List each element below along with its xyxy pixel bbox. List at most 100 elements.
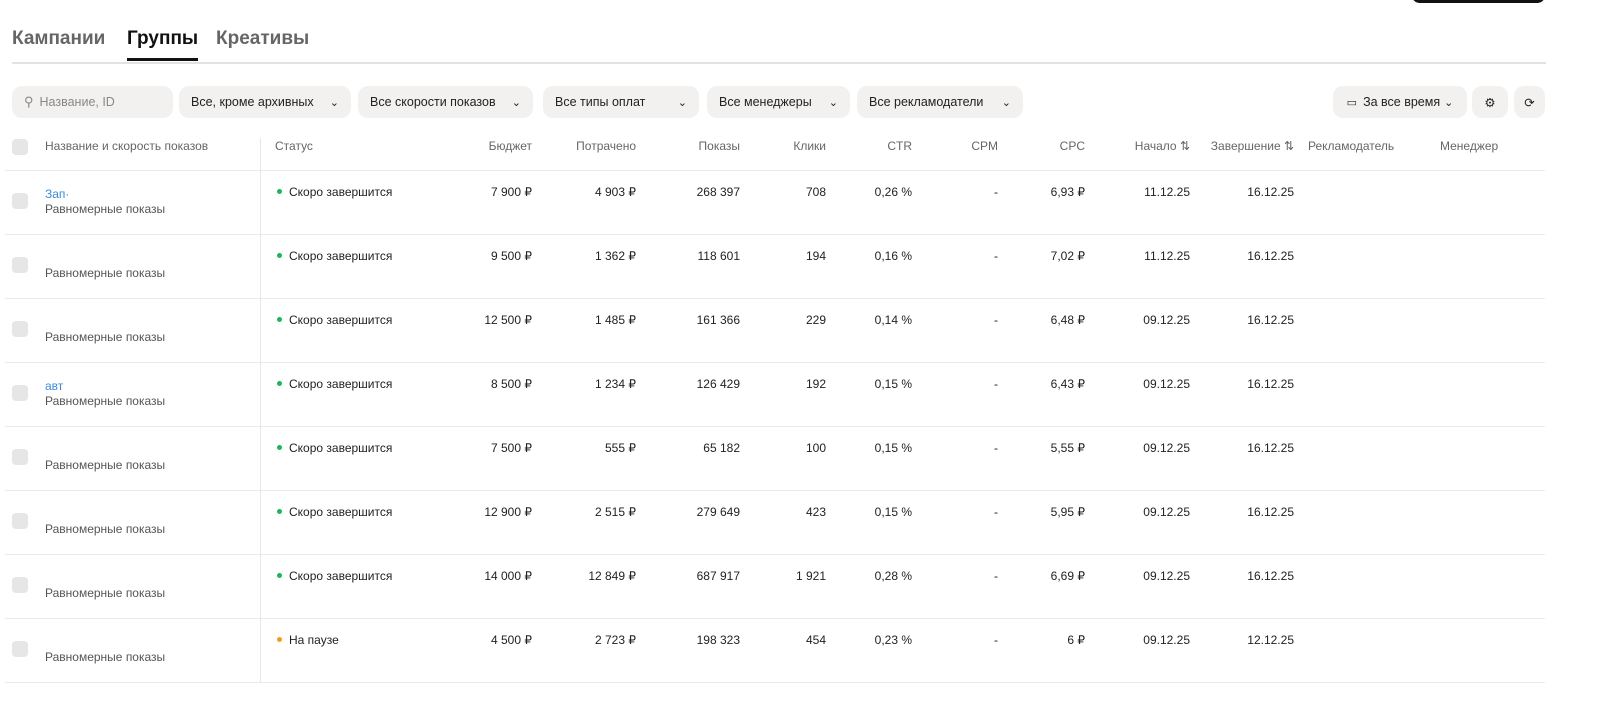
col-clicks: Клики bbox=[793, 139, 826, 153]
cell-end: 16.12.25 bbox=[1247, 569, 1294, 583]
speed-label: Равномерные показы bbox=[45, 266, 166, 280]
status-text: Скоро завершится bbox=[289, 441, 393, 455]
row-checkbox[interactable] bbox=[12, 641, 28, 657]
cell-ctr: 0,26 % bbox=[874, 185, 912, 199]
cell-cpm: - bbox=[994, 249, 998, 263]
table-row[interactable] bbox=[5, 298, 1545, 362]
refresh-button[interactable]: ⟳ bbox=[1514, 86, 1545, 118]
col-manager: Менеджер bbox=[1440, 139, 1499, 153]
row-checkbox[interactable] bbox=[12, 257, 28, 273]
status-text: Скоро завершится bbox=[289, 377, 393, 391]
table-row[interactable] bbox=[5, 490, 1545, 554]
cell-start: 09.12.25 bbox=[1143, 505, 1190, 519]
cell-ctr: 0,23 % bbox=[874, 633, 912, 647]
status-badge: Скоро завершится bbox=[277, 185, 392, 199]
advertisers-filter[interactable]: Все рекламодатели ⌄ bbox=[857, 86, 1023, 118]
row-checkbox[interactable] bbox=[12, 513, 28, 529]
refresh-icon: ⟳ bbox=[1524, 95, 1535, 110]
col-cpm: CPM bbox=[971, 139, 998, 153]
cell-budget: 7 500 ₽ bbox=[491, 441, 532, 455]
row-checkbox[interactable] bbox=[12, 449, 28, 465]
table-row[interactable] bbox=[5, 554, 1545, 618]
group-name-link[interactable]: Зап· bbox=[45, 187, 69, 201]
col-advertiser: Рекламодатель bbox=[1308, 139, 1395, 153]
col-budget: Бюджет bbox=[488, 139, 532, 153]
cell-cpm: - bbox=[994, 441, 998, 455]
status-dot-icon bbox=[277, 253, 282, 259]
row-checkbox[interactable] bbox=[12, 321, 28, 337]
chevron-down-icon: ⌄ bbox=[828, 96, 838, 109]
cell-start: 09.12.25 bbox=[1143, 377, 1190, 391]
cell-shows: 161 366 bbox=[696, 313, 740, 327]
period-picker[interactable]: ▭ За все время ⌄ bbox=[1333, 86, 1467, 118]
status-dot-icon bbox=[277, 509, 282, 515]
col-start-sort[interactable]: Начало ⇅ bbox=[1135, 139, 1190, 153]
cell-clicks: 100 bbox=[805, 441, 826, 455]
tab-creatives[interactable]: Креативы bbox=[216, 28, 309, 58]
cell-cpc: 6,43 ₽ bbox=[1050, 377, 1085, 391]
chevron-down-icon: ⌄ bbox=[1444, 96, 1454, 109]
settings-button[interactable]: ⚙ bbox=[1472, 86, 1508, 118]
chevron-down-icon: ⌄ bbox=[329, 96, 339, 109]
status-badge: Скоро завершится bbox=[277, 313, 392, 327]
cell-cpc: 6,93 ₽ bbox=[1050, 185, 1085, 199]
select-all-checkbox[interactable] bbox=[12, 139, 28, 155]
speed-label: Равномерные показы bbox=[45, 650, 166, 664]
payment-filter-label: Все типы оплат bbox=[555, 95, 646, 109]
cell-spent: 4 903 ₽ bbox=[595, 185, 636, 199]
col-spent: Потрачено bbox=[576, 139, 636, 153]
status-filter[interactable]: Все, кроме архивных ⌄ bbox=[179, 86, 351, 118]
table-row[interactable] bbox=[5, 362, 1545, 426]
status-badge: Скоро завершится bbox=[277, 377, 392, 391]
tab-groups[interactable]: Группы bbox=[127, 28, 199, 61]
status-text: Скоро завершится bbox=[289, 569, 393, 583]
row-checkbox[interactable] bbox=[12, 577, 28, 593]
group-name-link[interactable]: авт bbox=[45, 379, 63, 393]
table-row[interactable] bbox=[5, 618, 1545, 682]
table-row[interactable] bbox=[5, 234, 1545, 298]
chevron-down-icon: ⌄ bbox=[677, 96, 687, 109]
chevron-down-icon: ⌄ bbox=[1001, 96, 1011, 109]
status-text: Скоро завершится bbox=[289, 505, 393, 519]
cell-cpc: 6 ₽ bbox=[1067, 633, 1085, 647]
cell-end: 16.12.25 bbox=[1247, 249, 1294, 263]
table-row[interactable] bbox=[5, 170, 1545, 234]
managers-filter[interactable]: Все менеджеры ⌄ bbox=[707, 86, 850, 118]
status-dot-icon bbox=[277, 317, 282, 323]
cell-budget: 8 500 ₽ bbox=[491, 377, 532, 391]
speed-label: Равномерные показы bbox=[45, 394, 166, 408]
cell-end: 16.12.25 bbox=[1247, 313, 1294, 327]
cell-spent: 1 485 ₽ bbox=[595, 313, 636, 327]
status-dot-icon bbox=[277, 189, 282, 195]
calendar-icon: ▭ bbox=[1346, 96, 1358, 109]
cell-shows: 687 917 bbox=[696, 569, 740, 583]
payment-filter[interactable]: Все типы оплат ⌄ bbox=[543, 86, 699, 118]
tab-campaigns[interactable]: Кампании bbox=[12, 28, 105, 58]
cell-shows: 126 429 bbox=[696, 377, 740, 391]
row-checkbox[interactable] bbox=[12, 193, 28, 209]
advertisers-filter-label: Все рекламодатели bbox=[869, 95, 984, 109]
cell-start: 09.12.25 bbox=[1143, 313, 1190, 327]
cell-ctr: 0,16 % bbox=[874, 249, 912, 263]
table-row[interactable] bbox=[5, 426, 1545, 490]
table-bottom-border bbox=[5, 682, 1545, 683]
cell-spent: 2 723 ₽ bbox=[595, 633, 636, 647]
status-text: Скоро завершится bbox=[289, 313, 393, 327]
col-end-sort[interactable]: Завершение ⇅ bbox=[1211, 139, 1294, 153]
cell-ctr: 0,28 % bbox=[874, 569, 912, 583]
cell-end: 16.12.25 bbox=[1247, 505, 1294, 519]
cell-cpm: - bbox=[994, 377, 998, 391]
cell-spent: 1 234 ₽ bbox=[595, 377, 636, 391]
status-dot-icon bbox=[277, 637, 282, 643]
col-shows: Показы bbox=[698, 139, 740, 153]
row-checkbox[interactable] bbox=[12, 385, 28, 401]
cell-cpm: - bbox=[994, 505, 998, 519]
speed-label: Равномерные показы bbox=[45, 586, 166, 600]
top-action-button[interactable] bbox=[1412, 0, 1545, 3]
search-input[interactable]: ⚲ Название, ID bbox=[12, 86, 173, 118]
status-text: Скоро завершится bbox=[289, 249, 393, 263]
speed-filter[interactable]: Все скорости показов ⌄ bbox=[358, 86, 533, 118]
cell-cpm: - bbox=[994, 185, 998, 199]
cell-ctr: 0,15 % bbox=[874, 441, 912, 455]
cell-clicks: 194 bbox=[805, 249, 826, 263]
